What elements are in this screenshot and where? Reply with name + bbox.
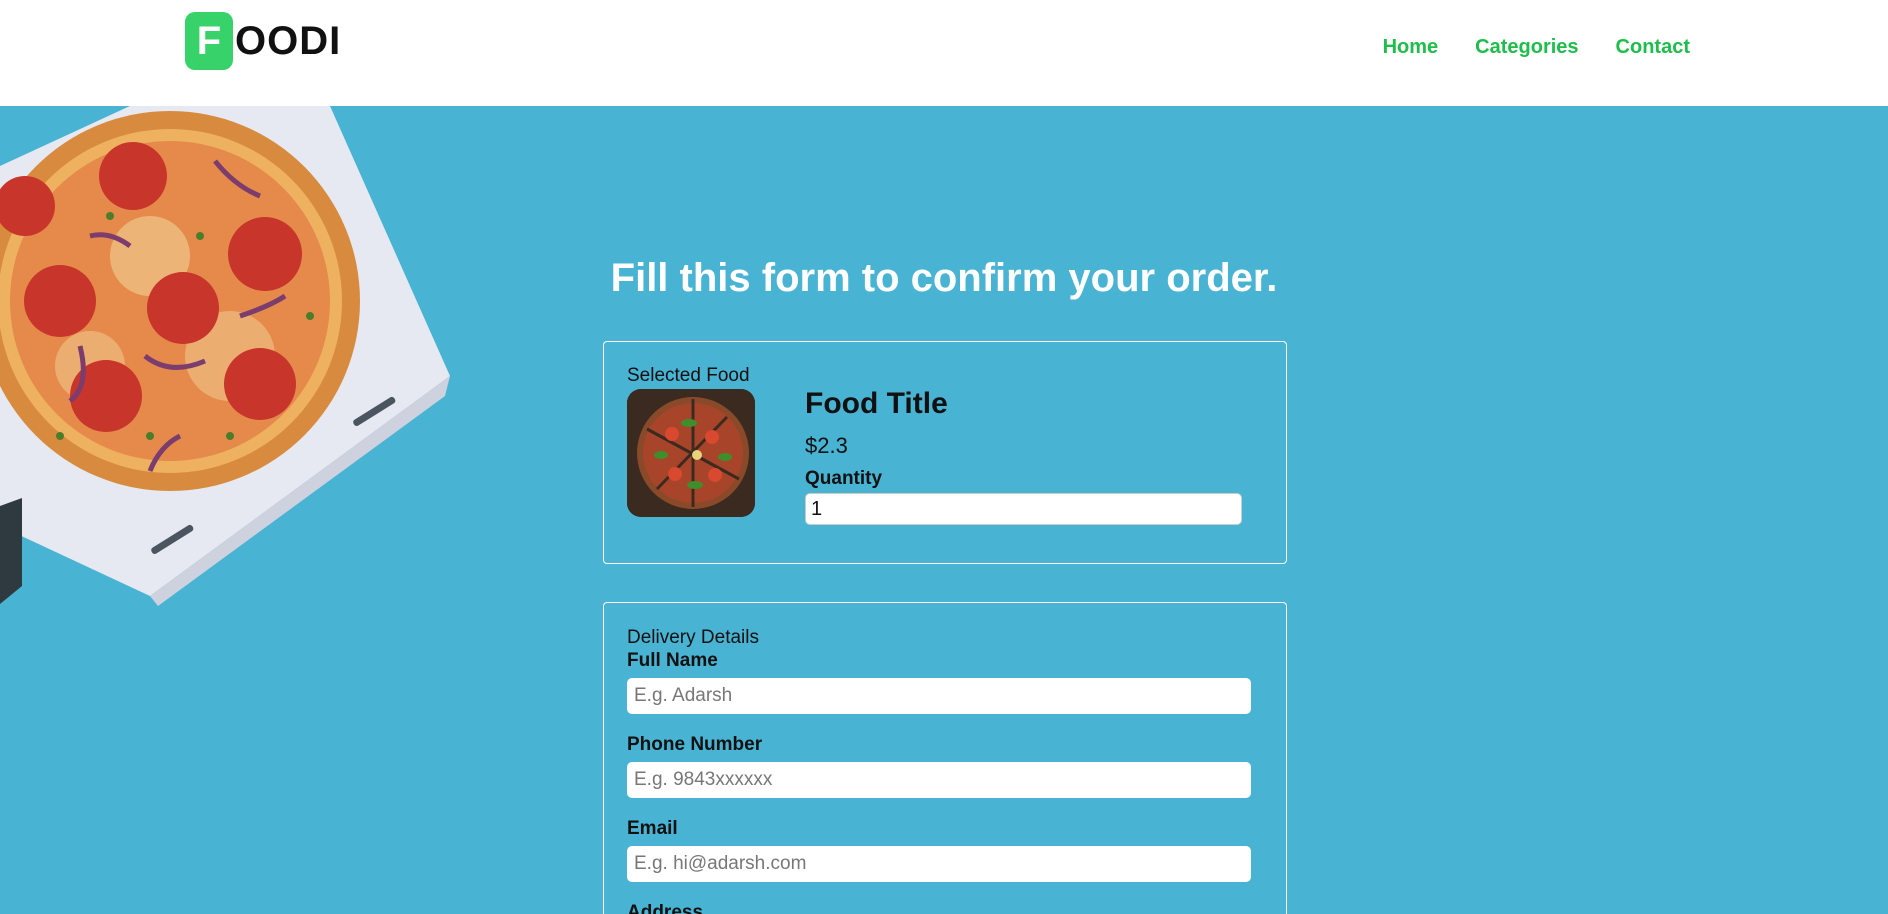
brand-logo[interactable]: F OODI [185,12,341,70]
email-input[interactable] [627,846,1251,882]
logo-wordmark: OODI [235,18,342,63]
full-name-input[interactable] [627,678,1251,714]
delivery-details-legend: Delivery Details [627,627,759,648]
phone-number-input[interactable] [627,762,1251,798]
food-info: Food Title $2.3 Quantity 1 [805,387,1245,525]
main-menu: Home Categories Contact [1383,36,1690,59]
food-image [627,389,755,517]
full-name-label: Full Name [627,650,718,671]
page-title: Fill this form to confirm your order. [610,256,1278,300]
quantity-label: Quantity [805,468,883,489]
nav-home-link[interactable]: Home [1383,36,1439,59]
selected-food-fieldset: Selected Food Food Title $2.3 Quantity 1 [603,341,1287,564]
selected-food-legend: Selected Food [627,365,750,386]
email-label: Email [627,818,678,839]
food-title: Food Title [805,387,948,420]
address-label: Address [627,902,704,914]
nav-contact-link[interactable]: Contact [1616,36,1690,59]
food-price: $2.3 [805,433,848,458]
logo-badge: F [185,12,233,70]
quantity-input[interactable]: 1 [805,493,1242,525]
nav-categories-link[interactable]: Categories [1475,36,1578,59]
pizza-hero-image [0,106,450,606]
phone-number-label: Phone Number [627,734,763,755]
delivery-details-fieldset: Delivery Details Full Name Phone Number … [603,602,1287,914]
navbar: F OODI Home Categories Contact [0,0,1888,106]
